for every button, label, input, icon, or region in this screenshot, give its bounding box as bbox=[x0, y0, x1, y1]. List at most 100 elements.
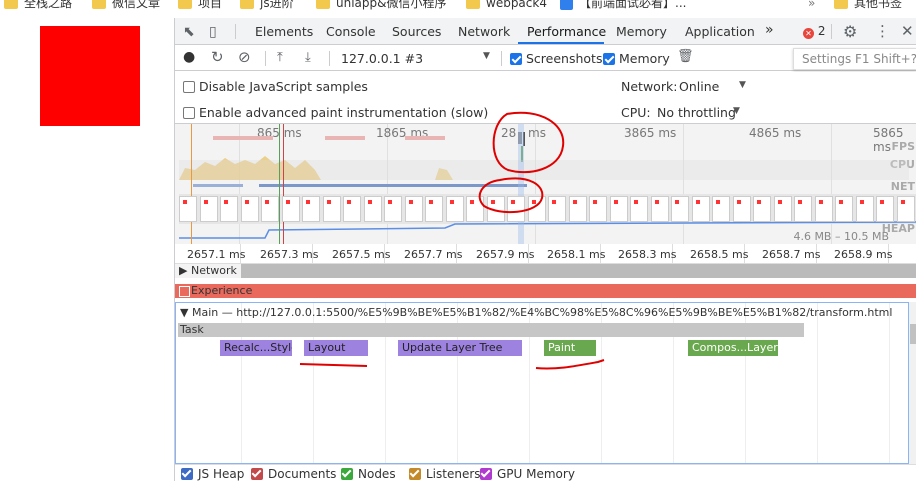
checkbox[interactable] bbox=[251, 468, 263, 480]
screenshot-frame[interactable] bbox=[363, 196, 382, 222]
screenshot-frame[interactable] bbox=[384, 196, 402, 222]
screenshot-frame[interactable] bbox=[486, 196, 505, 222]
event-paint[interactable]: Paint bbox=[544, 340, 596, 356]
clear-icon[interactable]: ⊘ bbox=[238, 48, 251, 66]
nodes-toggle[interactable]: Nodes bbox=[341, 467, 396, 481]
screenshot-frame[interactable] bbox=[343, 196, 361, 222]
bookmark-folder[interactable]: uniapp&微信小程序 bbox=[316, 0, 447, 12]
checkbox[interactable] bbox=[181, 468, 193, 480]
documents-toggle[interactable]: Documents bbox=[251, 467, 336, 481]
screenshot-frame[interactable] bbox=[876, 196, 894, 222]
gear-icon[interactable]: ⚙ bbox=[843, 22, 857, 41]
screenshot-frame[interactable] bbox=[794, 196, 812, 222]
checkbox[interactable] bbox=[603, 53, 615, 65]
bookmark-folder[interactable]: webpack4 bbox=[466, 0, 547, 12]
screenshot-frame[interactable] bbox=[630, 196, 648, 222]
screenshot-frame[interactable] bbox=[466, 196, 484, 222]
js-heap-toggle[interactable]: JS Heap bbox=[181, 467, 244, 481]
gpu-memory-toggle[interactable]: GPU Memory bbox=[480, 467, 575, 481]
bookmark-folder-other[interactable]: 其他书签 bbox=[834, 0, 902, 12]
recording-select[interactable]: 127.0.0.1 #3 bbox=[341, 51, 423, 66]
kebab-menu-icon[interactable]: ⋮ bbox=[875, 22, 890, 40]
screenshot-frame[interactable] bbox=[732, 196, 751, 222]
screenshot-frame[interactable] bbox=[773, 196, 792, 222]
trash-icon[interactable]: 🗑 bbox=[677, 49, 694, 64]
experience-track-header[interactable]: Experience bbox=[179, 284, 252, 297]
experience-track[interactable]: Experience bbox=[175, 284, 916, 298]
more-tabs-button[interactable]: » bbox=[765, 22, 774, 38]
screenshot-frame[interactable] bbox=[753, 196, 771, 222]
track-scrollbar[interactable] bbox=[909, 302, 916, 464]
screenshot-frame[interactable] bbox=[220, 196, 238, 222]
screenshot-frame[interactable] bbox=[322, 196, 341, 222]
device-toolbar-icon[interactable]: ▯ bbox=[209, 24, 217, 40]
screenshot-frame[interactable] bbox=[261, 196, 279, 222]
cpu-throttle-select[interactable]: No throttling bbox=[657, 105, 736, 120]
bookmark-folder[interactable]: 全栈之路 bbox=[4, 0, 72, 12]
tab-performance[interactable]: Performance bbox=[527, 24, 606, 39]
memory-checkbox[interactable]: Memory bbox=[603, 51, 670, 66]
screenshot-frame[interactable] bbox=[589, 196, 607, 222]
event-layout[interactable]: Layout bbox=[304, 340, 368, 356]
screenshot-frame[interactable] bbox=[814, 196, 833, 222]
screenshot-frame[interactable] bbox=[568, 196, 587, 222]
screenshot-frame[interactable] bbox=[712, 196, 730, 222]
event-composite-layers[interactable]: Compos...Layers bbox=[688, 340, 778, 356]
screenshot-frame[interactable] bbox=[281, 196, 300, 222]
screenshot-frame[interactable] bbox=[855, 196, 874, 222]
network-track[interactable]: ▶ Network bbox=[175, 264, 916, 278]
checkbox[interactable] bbox=[341, 468, 353, 480]
chevron-down-icon[interactable]: ▼ bbox=[483, 51, 490, 61]
event-update-layer-tree[interactable]: Update Layer Tree bbox=[398, 340, 522, 356]
tab-elements[interactable]: Elements bbox=[255, 24, 313, 39]
task-bar[interactable]: Task bbox=[178, 323, 804, 337]
close-icon[interactable]: ✕ bbox=[901, 22, 914, 40]
network-track-header[interactable]: ▶ Network bbox=[175, 264, 241, 278]
checkbox[interactable] bbox=[183, 107, 195, 119]
scrollbar-thumb[interactable] bbox=[910, 324, 916, 344]
screenshot-frame[interactable] bbox=[548, 196, 566, 222]
record-icon[interactable]: ● bbox=[183, 49, 195, 65]
main-thread-header[interactable]: ▼ Main — http://127.0.0.1:5500/%E5%9B%BE… bbox=[180, 306, 892, 319]
screenshot-frame[interactable] bbox=[609, 196, 628, 222]
reload-icon[interactable]: ↻ bbox=[211, 48, 224, 66]
screenshot-frame[interactable] bbox=[671, 196, 689, 222]
tab-network[interactable]: Network bbox=[458, 24, 510, 39]
load-profile-icon[interactable]: ⤒ bbox=[277, 50, 283, 65]
bookmark-folder[interactable]: 项目 bbox=[178, 0, 222, 12]
screenshot-frame[interactable] bbox=[302, 196, 320, 222]
screenshot-frame[interactable] bbox=[240, 196, 259, 222]
screenshots-checkbox[interactable]: Screenshots bbox=[510, 51, 602, 66]
screenshot-frame[interactable] bbox=[896, 196, 915, 222]
inspect-element-icon[interactable]: ⬉ bbox=[183, 24, 195, 40]
tab-console[interactable]: Console bbox=[326, 24, 376, 39]
checkbox[interactable] bbox=[183, 81, 195, 93]
screenshot-frame[interactable] bbox=[835, 196, 853, 222]
checkbox[interactable] bbox=[510, 53, 522, 65]
error-badge[interactable]: ✕ 2 bbox=[803, 24, 825, 39]
screenshot-frame[interactable] bbox=[507, 196, 525, 222]
screenshot-frame[interactable] bbox=[404, 196, 423, 222]
more-bookmarks[interactable]: » bbox=[808, 0, 815, 12]
tab-sources[interactable]: Sources bbox=[392, 24, 441, 39]
save-profile-icon[interactable]: ⤓ bbox=[305, 50, 311, 65]
tab-application[interactable]: Application bbox=[685, 24, 755, 39]
checkbox[interactable] bbox=[480, 468, 492, 480]
disable-js-samples-checkbox[interactable]: Disable JavaScript samples bbox=[183, 79, 368, 94]
screenshot-frame[interactable] bbox=[179, 196, 197, 222]
screenshot-frame[interactable] bbox=[650, 196, 669, 222]
bookmark-folder[interactable]: 微信文章 bbox=[92, 0, 160, 12]
bookmark-folder[interactable]: js进阶 bbox=[240, 0, 294, 12]
screenshot-frame[interactable] bbox=[425, 196, 443, 222]
bookmark-link[interactable]: 【前端面试必看】... bbox=[560, 0, 686, 12]
screenshot-frame[interactable] bbox=[199, 196, 218, 222]
screenshot-frame[interactable] bbox=[445, 196, 464, 222]
screenshot-frame[interactable] bbox=[527, 196, 546, 222]
main-thread-track[interactable]: ▼ Main — http://127.0.0.1:5500/%E5%9B%BE… bbox=[175, 302, 909, 464]
checkbox[interactable] bbox=[409, 468, 421, 480]
chevron-down-icon[interactable]: ▼ bbox=[739, 80, 746, 90]
screenshot-frame[interactable] bbox=[691, 196, 710, 222]
network-throttle-select[interactable]: Online bbox=[679, 79, 719, 94]
timeline-overview[interactable]: 865 ms 1865 ms 28 ms 3865 ms 4865 ms 586… bbox=[175, 124, 916, 244]
event-recalc-style[interactable]: Recalc...Style bbox=[220, 340, 292, 356]
